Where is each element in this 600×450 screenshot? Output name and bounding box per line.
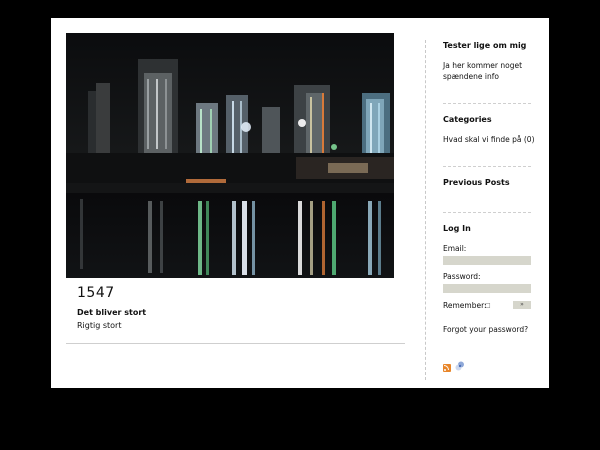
- login-widget-title: Log In: [443, 224, 471, 233]
- password-field[interactable]: [443, 284, 531, 293]
- category-item[interactable]: Hvad skal vi finde på (0): [443, 134, 538, 145]
- email-field[interactable]: [443, 256, 531, 265]
- about-widget-title: Tester lige om mig: [443, 41, 527, 50]
- night-skyline-image: [66, 33, 394, 278]
- password-label: Password:: [443, 272, 481, 281]
- feed-reader-icon[interactable]: [455, 361, 465, 371]
- widget-separator: [443, 212, 531, 213]
- previous-posts-title: Previous Posts: [443, 178, 510, 187]
- post-photo: [66, 33, 394, 278]
- rss-feed-icon[interactable]: [443, 364, 451, 372]
- widget-separator: [443, 103, 531, 104]
- about-widget-text: Ja her kommer noget spændene info: [443, 61, 523, 81]
- login-submit-button[interactable]: »: [513, 301, 531, 309]
- widget-separator: [443, 166, 531, 167]
- categories-widget-title: Categories: [443, 115, 492, 124]
- forgot-password-link[interactable]: Forgot your password?: [443, 325, 528, 334]
- remember-checkbox-icon[interactable]: □: [485, 302, 491, 309]
- post-body: Rigtig stort: [77, 321, 122, 330]
- email-label: Email:: [443, 244, 467, 253]
- post-divider: [66, 343, 405, 344]
- post-title[interactable]: 1547: [77, 285, 115, 301]
- page-container: 1547 Det bliver stort Rigtig stort Teste…: [51, 18, 549, 388]
- post-subtitle: Det bliver stort: [77, 308, 147, 317]
- remember-label: Remember:: [443, 301, 487, 310]
- sidebar-divider: [425, 40, 426, 380]
